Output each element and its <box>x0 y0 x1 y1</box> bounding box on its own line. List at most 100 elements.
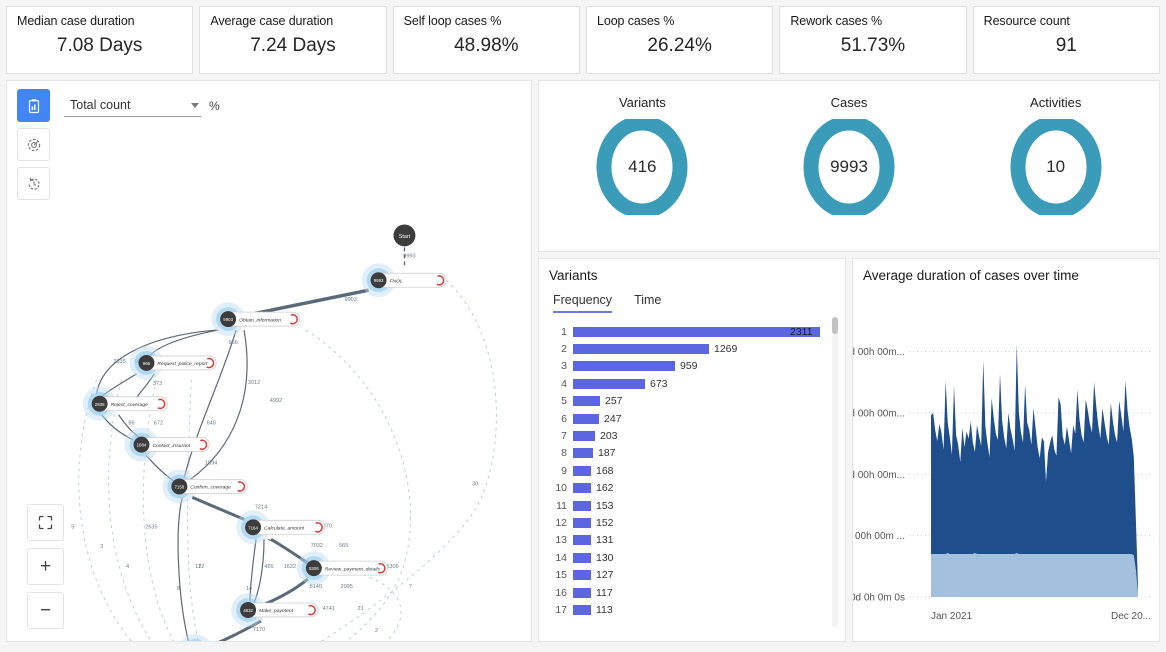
variant-bar <box>573 552 591 563</box>
kpi-row: Median case duration 7.08 Days Average cas… <box>6 6 1160 74</box>
process-node[interactable]: 4832 Make_payment <box>231 593 319 627</box>
edge-count-label: 966 <box>228 340 237 346</box>
process-edge <box>177 497 189 641</box>
variant-rank: 10 <box>555 482 567 495</box>
variant-count: 113 <box>596 603 613 616</box>
variant-row[interactable]: 6 247 <box>545 410 845 427</box>
process-edge-faint <box>142 379 175 641</box>
variant-bar <box>573 570 591 581</box>
right-column: Variants 416 Cases 9993 Activities 10 Variant… <box>538 80 1160 642</box>
kpi-card: Loop cases % 26.24% <box>585 6 774 74</box>
clipboard-chart-icon-button[interactable] <box>17 89 50 122</box>
variant-rank: 8 <box>561 447 567 460</box>
summary-metric: Cases 9993 <box>746 81 953 251</box>
variant-count: 203 <box>600 430 618 443</box>
summary-metric-label: Cases <box>830 95 868 110</box>
metric-select[interactable]: Total count <box>64 95 201 117</box>
kpi-title: Loop cases % <box>596 14 675 28</box>
variants-list[interactable]: 1 2311 2 1269 3 959 4 673 5 257 6 247 7 203 8 187 9 168 10… <box>539 323 845 641</box>
variant-row[interactable]: 3 959 <box>545 358 845 375</box>
variant-count: 2311 <box>790 325 813 338</box>
bottom-row: Variants Frequency Time 1 2311 2 1269 3 959 4 6… <box>538 258 1160 642</box>
edge-count-label: 672 <box>154 421 163 427</box>
chevron-down-icon <box>191 102 199 108</box>
variant-row[interactable]: 9 168 <box>545 462 845 479</box>
variant-row[interactable]: 17 113 <box>545 601 845 618</box>
variant-bar <box>573 535 591 546</box>
variant-row[interactable]: 15 127 <box>545 566 845 583</box>
variant-count: 247 <box>604 412 622 425</box>
zoom-out-button[interactable]: − <box>27 592 64 629</box>
donut-chart: 416 <box>594 119 690 215</box>
duration-over-time-panel[interactable]: Average duration of cases over time 0d 0… <box>852 258 1160 642</box>
fit-screen-button[interactable] <box>27 504 64 541</box>
process-node[interactable]: 9836Close_claim <box>178 633 263 641</box>
variant-count: 130 <box>596 551 614 564</box>
kpi-value: 48.98% <box>454 35 519 56</box>
edge-count-label: 4 <box>126 564 129 570</box>
variant-row[interactable]: 1 2311 <box>545 323 845 340</box>
metric-select-wrap: Total count % <box>64 95 220 117</box>
variants-panel[interactable]: Variants Frequency Time 1 2311 2 1269 3 959 4 6… <box>538 258 846 642</box>
rework-clock-icon-button[interactable] <box>17 167 50 200</box>
edge-count-label: 2635 <box>145 524 157 530</box>
node-label: Review_payment_details <box>325 566 381 572</box>
kpi-card: Self loop cases % 48.98% <box>392 6 580 74</box>
kpi-card: Median case duration 7.08 Days <box>6 6 194 74</box>
edge-count-label: 7214 <box>255 504 267 510</box>
variant-rank: 11 <box>556 499 567 512</box>
process-map-panel[interactable]: 9993990399039662835966373301286672648499… <box>6 80 532 642</box>
variant-row[interactable]: 5 257 <box>545 393 845 410</box>
variant-count: 959 <box>680 360 698 373</box>
variant-row[interactable]: 16 117 <box>545 584 845 601</box>
variant-row[interactable]: 10 162 <box>545 480 845 497</box>
donut-chart: 9993 <box>801 119 897 215</box>
variant-rank: 4 <box>561 377 567 390</box>
variant-rank: 16 <box>555 586 567 599</box>
process-node[interactable]: 1084 Contact_insurant <box>124 427 210 462</box>
variant-row[interactable]: 12 152 <box>545 514 845 531</box>
variant-rank: 15 <box>555 569 567 582</box>
tab-time[interactable]: Time <box>634 293 661 313</box>
process-node[interactable]: 7158 Confirm_coverage <box>162 469 248 504</box>
process-node[interactable]: 966 Request_police_report <box>129 345 217 380</box>
node-label: FNOL <box>390 278 403 284</box>
process-edge-faint <box>305 329 412 641</box>
edge-count-label: 2095 <box>341 584 353 590</box>
edge-count-label: 373 <box>153 381 162 387</box>
tab-frequency[interactable]: Frequency <box>553 293 613 313</box>
process-node[interactable]: 2835 Reject_coverage <box>82 386 168 421</box>
variant-row[interactable]: 4 673 <box>545 375 845 392</box>
kpi-value: 91 <box>1055 35 1077 56</box>
variant-rank: 3 <box>561 360 567 373</box>
performance-gauge-icon-button[interactable] <box>17 128 50 161</box>
variant-row[interactable]: 7 203 <box>545 427 845 444</box>
process-node[interactable]: Start <box>393 224 416 247</box>
zoom-in-button[interactable]: + <box>27 548 64 585</box>
edge-count-label: 14 <box>246 586 252 592</box>
variant-rank: 12 <box>555 516 567 529</box>
duration-area-chart: 0d 0h 0m 0s 5d 00h 00m ... 10d 00h 00m... 1… <box>853 344 1153 622</box>
node-count-badge: 966 <box>143 361 151 366</box>
variant-count: 673 <box>650 377 668 390</box>
variant-row[interactable]: 8 187 <box>545 445 845 462</box>
process-node[interactable]: 9993 FNOL <box>361 263 447 298</box>
variants-scrollbar[interactable] <box>832 317 838 627</box>
edge-count-label: 7170 <box>253 627 265 633</box>
main-content: 9993990399039662835966373301286672648499… <box>6 80 1160 642</box>
process-node[interactable]: 5306 Review_payment_details <box>296 551 388 586</box>
variant-bar <box>573 587 591 598</box>
process-node[interactable]: 7164 Calculate_amount <box>236 510 326 545</box>
metric-select-value: Total count <box>70 98 131 112</box>
variant-rank: 17 <box>555 603 567 616</box>
kpi-title: Rework cases % <box>790 14 882 28</box>
variant-row[interactable]: 13 131 <box>545 532 845 549</box>
summary-metric-value: 10 <box>1046 157 1066 176</box>
variant-row[interactable]: 14 130 <box>545 549 845 566</box>
edge-count-label: 1594 <box>205 461 217 467</box>
variant-row[interactable]: 2 1269 <box>545 340 845 357</box>
variants-scrollbar-thumb[interactable] <box>832 317 838 334</box>
variant-row[interactable]: 11 153 <box>545 497 845 514</box>
node-count-badge: 9903 <box>223 317 233 322</box>
x-axis-tick-end: Dec 20... <box>1111 611 1151 622</box>
